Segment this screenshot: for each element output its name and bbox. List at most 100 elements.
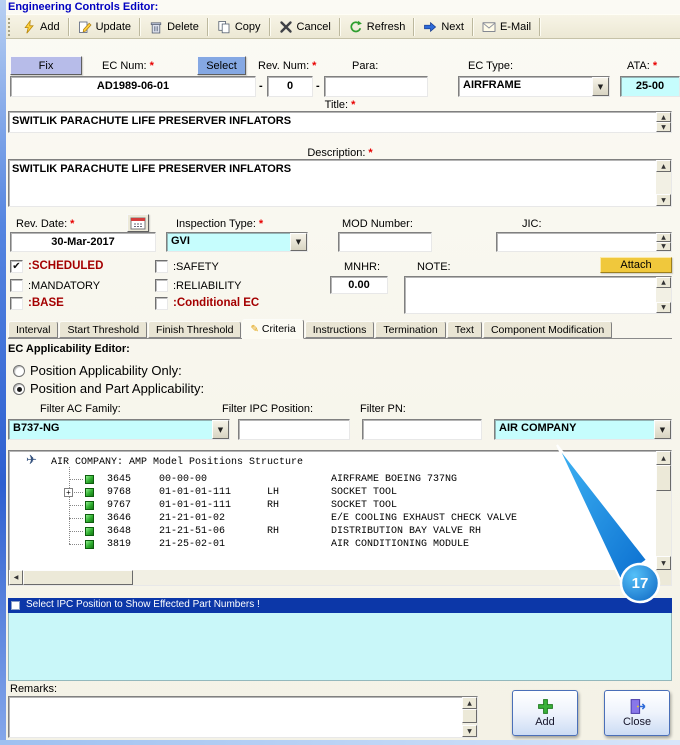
- toolbar-add-button[interactable]: Add: [16, 17, 66, 37]
- tree-item-id: 3819: [107, 539, 132, 550]
- calendar-button[interactable]: [127, 214, 149, 232]
- description-scrollbar[interactable]: ▲ ▼: [656, 160, 671, 206]
- tree-horizontal-scrollbar[interactable]: ◀ ▶: [9, 570, 656, 585]
- tab-criteria[interactable]: ✎ Criteria: [242, 319, 304, 339]
- description-label-text: Description:: [307, 147, 366, 159]
- note-scrollbar[interactable]: ▲ ▼: [656, 277, 671, 313]
- tree-row[interactable]: 9767 01-01-01-111 RH SOCKET TOOL: [9, 499, 654, 512]
- title-label: Title: *: [0, 99, 680, 111]
- tree-row[interactable]: 3648 21-21-51-06 RH DISTRIBUTION BAY VALVE …: [9, 525, 654, 538]
- position-cube-icon: [85, 475, 94, 484]
- scroll-down-icon[interactable]: ▼: [656, 194, 671, 206]
- toolbar-copy-button[interactable]: Copy: [211, 17, 267, 37]
- jic-field[interactable]: ▲ ▼: [496, 232, 672, 252]
- tab-component-modification[interactable]: Component Modification: [482, 321, 613, 338]
- toolbar-grip[interactable]: [8, 17, 11, 36]
- scroll-up-icon[interactable]: ▲: [656, 277, 671, 288]
- scrollbar-thumb[interactable]: [23, 570, 133, 585]
- description-field[interactable]: SWITLIK PARACHUTE LIFE PRESERVER INFLATO…: [8, 159, 672, 207]
- dropdown-arrow-icon[interactable]: ▼: [212, 420, 229, 439]
- toolbar-next-button[interactable]: Next: [417, 17, 470, 37]
- position-only-radio[interactable]: [13, 365, 25, 377]
- mod-number-field[interactable]: [338, 232, 432, 252]
- ec-num-field[interactable]: AD1989-06-01: [10, 76, 256, 97]
- reliability-label: :RELIABILITY: [173, 280, 242, 292]
- add-button[interactable]: Add: [512, 690, 578, 736]
- filter-ac-family-select[interactable]: B737-NG ▼: [8, 419, 230, 440]
- tab-text[interactable]: Text: [446, 321, 482, 338]
- ata-field[interactable]: 25-00: [620, 76, 680, 97]
- tab-instructions[interactable]: Instructions: [304, 321, 375, 338]
- dropdown-arrow-icon[interactable]: ▼: [592, 77, 609, 96]
- base-checkbox[interactable]: [10, 297, 23, 310]
- attach-button[interactable]: Attach: [600, 257, 672, 273]
- tree-row[interactable]: +9768 01-01-01-111 LH SOCKET TOOL: [9, 486, 654, 499]
- conditional-ec-checkbox[interactable]: [155, 297, 168, 310]
- scheduled-checkbox[interactable]: ✔: [10, 260, 23, 273]
- scroll-up-icon[interactable]: ▲: [462, 697, 477, 709]
- remarks-scrollbar[interactable]: ▲ ▼: [462, 697, 477, 737]
- tab-finish-threshold[interactable]: Finish Threshold: [148, 321, 242, 338]
- tab-start-threshold[interactable]: Start Threshold: [59, 321, 148, 338]
- mnhr-field[interactable]: 0.00: [330, 276, 388, 294]
- scroll-right-icon[interactable]: ▶: [642, 570, 656, 585]
- close-button[interactable]: Close: [604, 690, 670, 736]
- scroll-down-icon[interactable]: ▼: [656, 556, 671, 570]
- fix-button[interactable]: Fix: [10, 56, 82, 75]
- scrollbar-corner: [656, 570, 671, 585]
- add-record-icon: [24, 19, 34, 33]
- para-field[interactable]: [324, 76, 428, 97]
- select-button-label: Select: [206, 59, 237, 72]
- scroll-left-icon[interactable]: ◀: [9, 570, 23, 585]
- inspection-type-select[interactable]: GVI ▼: [166, 232, 308, 252]
- tree-vertical-scrollbar[interactable]: ▲ ▼: [656, 451, 671, 570]
- tree-row[interactable]: 3819 21-25-02-01 AIR CONDITIONING MODULE: [9, 538, 654, 551]
- toolbar-email-button[interactable]: E-Mail: [476, 17, 537, 37]
- tree-row[interactable]: 3646 21-21-01-02 E/E COOLING EXHAUST CHECK…: [9, 512, 654, 525]
- filter-ipc-position-field[interactable]: [238, 419, 350, 440]
- rev-date-field[interactable]: 30-Mar-2017: [10, 232, 156, 252]
- toolbar-update-button[interactable]: Update: [72, 17, 137, 37]
- safety-checkbox[interactable]: [155, 260, 168, 273]
- toolbar-separator: [67, 17, 70, 36]
- remarks-field[interactable]: ▲ ▼: [8, 696, 478, 738]
- toolbar-separator: [539, 17, 542, 36]
- tab-interval[interactable]: Interval: [8, 321, 59, 338]
- tree-item-id: 3645: [107, 474, 132, 485]
- required-asterisk: *: [312, 60, 317, 72]
- scrollbar-thumb[interactable]: [656, 465, 671, 491]
- tree-row[interactable]: 3645 00-00-00 AIRFRAME BOEING 737NG: [9, 473, 654, 486]
- scroll-down-icon[interactable]: ▼: [656, 302, 671, 313]
- toolbar-next-label: Next: [441, 20, 464, 33]
- toolbar-refresh-button[interactable]: Refresh: [343, 17, 412, 37]
- jic-field-scrollbar[interactable]: ▲ ▼: [656, 233, 671, 251]
- ipc-bar-checkbox[interactable]: [11, 601, 20, 610]
- title-field-scrollbar[interactable]: ▲ ▼: [656, 112, 671, 132]
- scroll-up-icon[interactable]: ▲: [656, 451, 671, 465]
- scroll-down-icon[interactable]: ▼: [656, 242, 671, 251]
- toolbar-cancel-button[interactable]: Cancel: [273, 17, 337, 37]
- position-and-part-label: Position and Part Applicability:: [30, 381, 205, 396]
- scroll-up-icon[interactable]: ▲: [656, 160, 671, 172]
- scrollbar-thumb[interactable]: [462, 709, 477, 723]
- position-and-part-radio[interactable]: [13, 383, 25, 395]
- mandatory-checkbox[interactable]: [10, 279, 23, 292]
- filter-pn-field[interactable]: [362, 419, 482, 440]
- ec-type-select[interactable]: AIRFRAME ▼: [458, 76, 610, 97]
- dropdown-arrow-icon[interactable]: ▼: [654, 420, 671, 439]
- company-select[interactable]: AIR COMPANY ▼: [494, 419, 672, 440]
- ec-type-label: EC Type:: [468, 60, 514, 72]
- rev-num-field[interactable]: 0: [267, 76, 313, 97]
- scroll-down-icon[interactable]: ▼: [656, 122, 671, 132]
- note-field[interactable]: ▲ ▼: [404, 276, 672, 314]
- title-field[interactable]: SWITLIK PARACHUTE LIFE PRESERVER INFLATO…: [8, 111, 672, 133]
- scroll-up-icon[interactable]: ▲: [656, 233, 671, 242]
- toolbar-delete-button[interactable]: Delete: [143, 17, 205, 37]
- reliability-checkbox[interactable]: [155, 279, 168, 292]
- dropdown-arrow-icon[interactable]: ▼: [290, 233, 307, 251]
- scroll-up-icon[interactable]: ▲: [656, 112, 671, 122]
- select-button[interactable]: Select: [197, 56, 246, 75]
- tree-expand-button[interactable]: +: [64, 488, 73, 497]
- scroll-down-icon[interactable]: ▼: [462, 725, 477, 737]
- tab-termination[interactable]: Termination: [375, 321, 446, 338]
